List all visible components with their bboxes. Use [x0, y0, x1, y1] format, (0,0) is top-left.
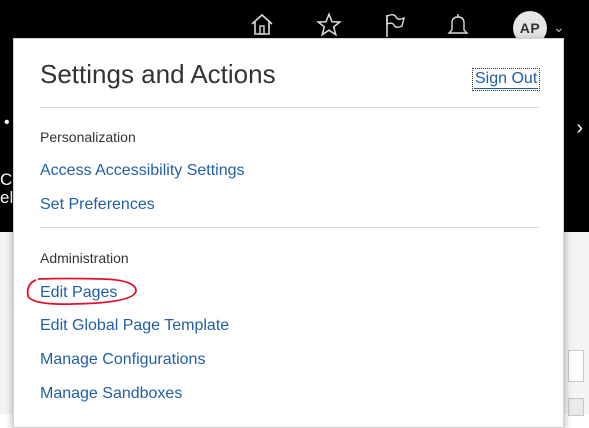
section-heading-personalization: Personalization — [40, 129, 136, 145]
carousel-next-icon[interactable]: › — [576, 118, 583, 138]
menu-title: Settings and Actions — [40, 59, 276, 89]
sign-out-link[interactable]: Sign Out — [471, 68, 541, 91]
manage-configurations-link[interactable]: Manage Configurations — [40, 351, 205, 369]
background-text-fragment: el — [0, 188, 14, 207]
chevron-down-icon[interactable]: ⌄ — [553, 17, 565, 37]
star-icon[interactable] — [316, 12, 342, 38]
access-accessibility-settings-link[interactable]: Access Accessibility Settings — [40, 162, 245, 180]
bell-icon[interactable] — [446, 12, 470, 38]
settings-and-actions-menu: Settings and Actions Sign Out Personaliz… — [13, 38, 564, 428]
edit-global-page-template-link[interactable]: Edit Global Page Template — [40, 317, 229, 335]
set-preferences-link[interactable]: Set Preferences — [40, 196, 155, 214]
home-icon[interactable] — [250, 12, 274, 36]
background-panel-edge — [568, 350, 584, 382]
background-panel-edge — [568, 398, 584, 416]
divider — [40, 227, 539, 228]
manage-sandboxes-link[interactable]: Manage Sandboxes — [40, 385, 182, 403]
divider — [40, 107, 539, 108]
red-circle-annotation — [26, 277, 137, 305]
flag-icon[interactable] — [382, 12, 406, 38]
section-heading-administration: Administration — [40, 250, 129, 266]
